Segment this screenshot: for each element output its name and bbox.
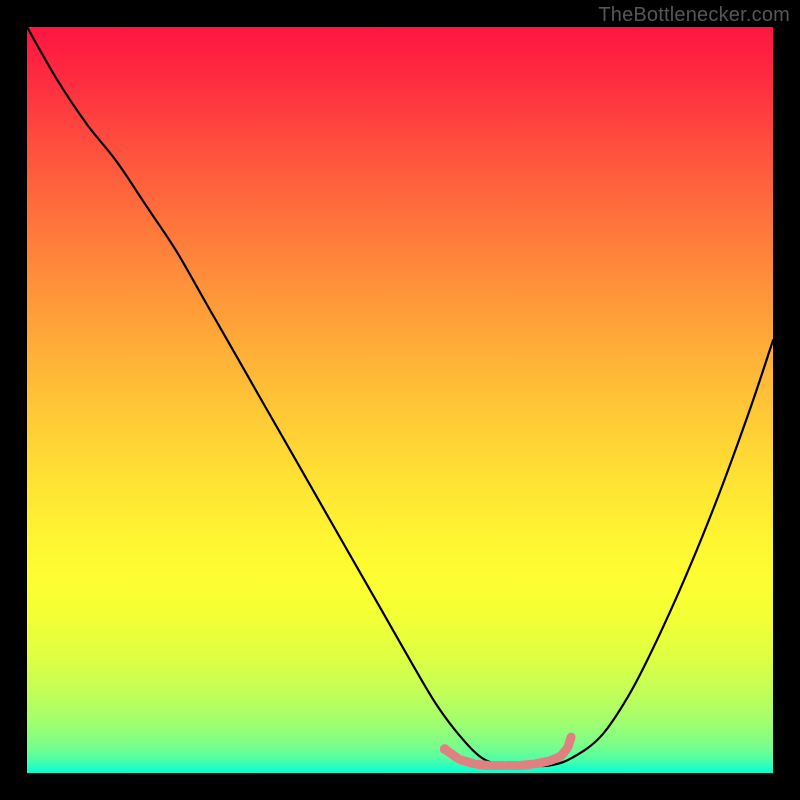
optimal-region-segment xyxy=(536,761,547,763)
chart-container: TheBottlenecker.com xyxy=(0,0,800,800)
optimal-region-segment xyxy=(446,750,458,758)
plot-area xyxy=(27,27,773,773)
watermark-text: TheBottlenecker.com xyxy=(598,4,790,27)
optimal-region-segment xyxy=(521,764,532,765)
bottleneck-curve-path xyxy=(27,27,773,766)
chart-svg xyxy=(27,27,773,773)
optimal-region-segment xyxy=(476,764,487,765)
optimal-region-markers xyxy=(440,737,571,765)
optimal-region-segment xyxy=(462,760,473,763)
optimal-region-segment xyxy=(568,737,571,746)
